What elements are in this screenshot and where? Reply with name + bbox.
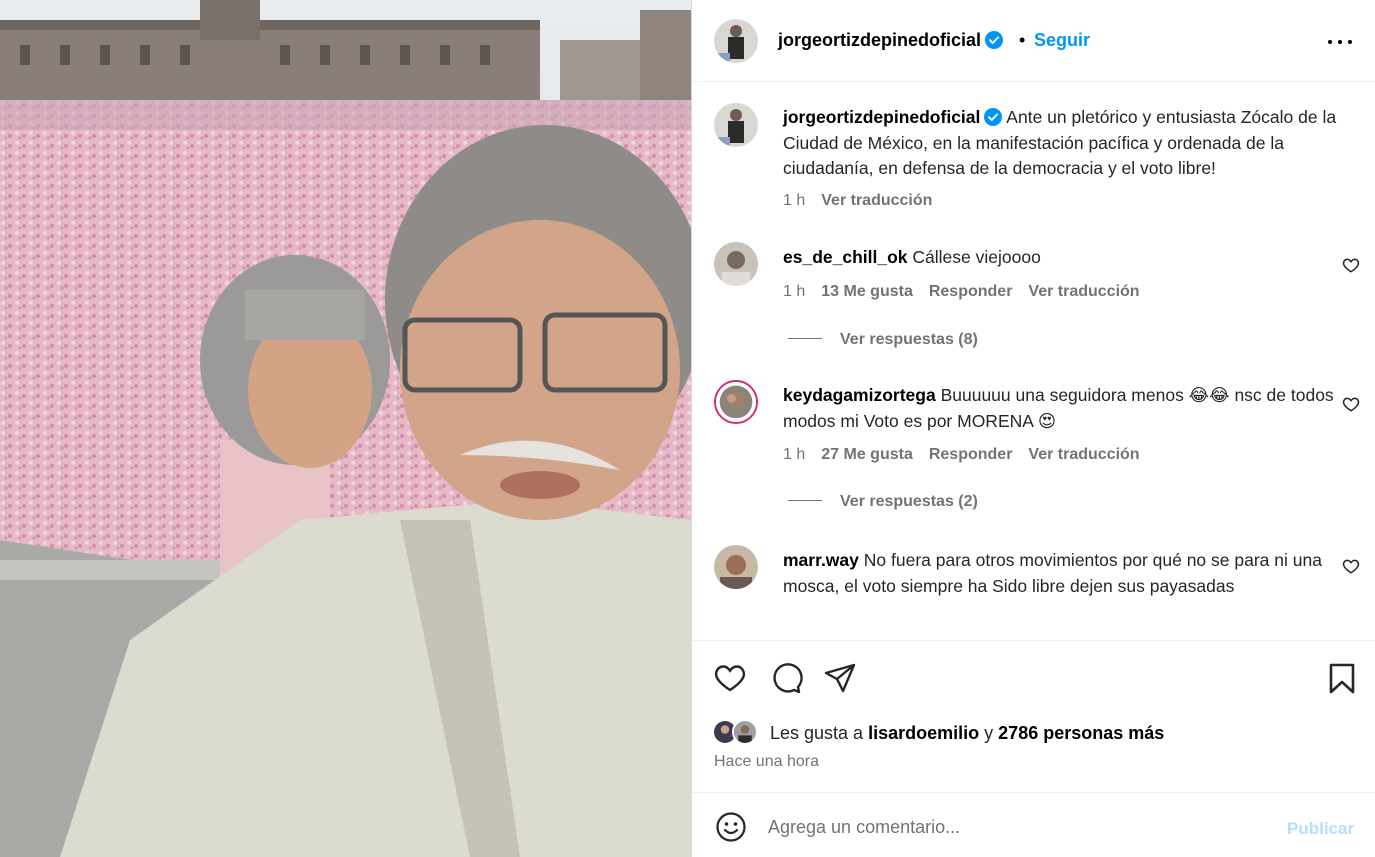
- likes-prefix: Les gusta a: [770, 723, 864, 743]
- likes-summary: Les gusta a lisardoemilio y 2786 persona…: [770, 723, 1164, 744]
- separator-dot: •: [1019, 30, 1026, 50]
- comment-input[interactable]: [768, 809, 1268, 845]
- comment-reply-button[interactable]: Responder: [929, 446, 1013, 463]
- caption-username[interactable]: jorgeortizdepinedoficial: [783, 107, 980, 127]
- post-timestamp[interactable]: Hace una hora: [714, 753, 819, 771]
- author-username-text[interactable]: jorgeortizdepinedoficial: [778, 30, 981, 50]
- likes-count-link[interactable]: 2786 personas más: [998, 723, 1164, 743]
- caption-translate-link[interactable]: Ver traducción: [821, 192, 932, 209]
- comment-likes[interactable]: 13 Me gusta: [821, 283, 913, 300]
- post-photo[interactable]: [0, 0, 691, 857]
- share-icon[interactable]: [823, 661, 857, 695]
- comment-body: No fuera para otros movimientos por qué …: [783, 550, 1322, 596]
- comment-text: es_de_chill_ok Cállese viejoooo: [783, 245, 1343, 271]
- post-header: jorgeortizdepinedoficial • Seguir: [692, 0, 1375, 82]
- view-replies-button[interactable]: Ver respuestas (8): [788, 331, 978, 349]
- likes-user-link[interactable]: lisardoemilio: [868, 723, 979, 743]
- comment-body: Cállese viejoooo: [912, 247, 1041, 267]
- view-replies-label[interactable]: Ver respuestas (2): [840, 493, 978, 510]
- more-options-icon[interactable]: [1328, 32, 1352, 52]
- comment-time: 1 h: [783, 283, 806, 300]
- comment-reply-button[interactable]: Responder: [929, 283, 1013, 300]
- selfie-crowd-image: [0, 0, 691, 857]
- comment-meta: 1 h 27 Me gusta Responder Ver traducción: [783, 446, 1156, 464]
- caption-text: jorgeortizdepinedoficial Ante un pletóri…: [783, 105, 1343, 182]
- comment-text: keydagamizortega Buuuuuu una seguidora m…: [783, 383, 1343, 434]
- post-actions: Les gusta a lisardoemilio y 2786 persona…: [692, 640, 1375, 792]
- comment-like-heart-icon[interactable]: [1342, 256, 1360, 274]
- likes-joiner: y: [984, 723, 994, 743]
- follow-button[interactable]: Seguir: [1034, 30, 1090, 51]
- post-details-panel: jorgeortizdepinedoficial • Seguir jorgeo…: [691, 0, 1375, 857]
- caption-author-avatar[interactable]: [714, 103, 758, 147]
- publish-button[interactable]: Publicar: [1287, 819, 1354, 839]
- comment-like-heart-icon[interactable]: [1342, 557, 1360, 575]
- author-avatar[interactable]: [714, 19, 758, 63]
- comment-time: 1 h: [783, 446, 806, 463]
- comment-avatar-story-ring[interactable]: [714, 380, 758, 424]
- view-replies-label[interactable]: Ver respuestas (8): [840, 331, 978, 348]
- liker-avatar[interactable]: [732, 719, 758, 745]
- verified-badge-icon: [985, 31, 1004, 49]
- comment-avatar[interactable]: [714, 242, 758, 286]
- verified-badge-icon: [984, 108, 1003, 126]
- comment-meta: 1 h 13 Me gusta Responder Ver traducción: [783, 283, 1156, 301]
- add-comment-bar: Publicar: [692, 792, 1375, 857]
- emoji-icon[interactable]: [715, 811, 747, 843]
- comment-username[interactable]: es_de_chill_ok: [783, 247, 908, 267]
- caption-meta: 1 h Ver traducción: [783, 192, 948, 210]
- instagram-post: jorgeortizdepinedoficial • Seguir jorgeo…: [0, 0, 1375, 857]
- comment-translate-link[interactable]: Ver traducción: [1028, 283, 1139, 300]
- comment-username[interactable]: marr.way: [783, 550, 859, 570]
- comment-username[interactable]: keydagamizortega: [783, 385, 936, 405]
- bookmark-icon[interactable]: [1325, 661, 1359, 695]
- author-username[interactable]: jorgeortizdepinedoficial: [778, 30, 1004, 51]
- view-replies-button[interactable]: Ver respuestas (2): [788, 493, 978, 511]
- comment-avatar[interactable]: [714, 545, 758, 589]
- caption-time: 1 h: [783, 192, 806, 209]
- comment-translate-link[interactable]: Ver traducción: [1028, 446, 1139, 463]
- comment-likes[interactable]: 27 Me gusta: [821, 446, 913, 463]
- comment-text: marr.way No fuera para otros movimientos…: [783, 548, 1343, 599]
- comment-icon[interactable]: [769, 661, 803, 695]
- heart-icon[interactable]: [713, 661, 747, 695]
- comment-like-heart-icon[interactable]: [1342, 395, 1360, 413]
